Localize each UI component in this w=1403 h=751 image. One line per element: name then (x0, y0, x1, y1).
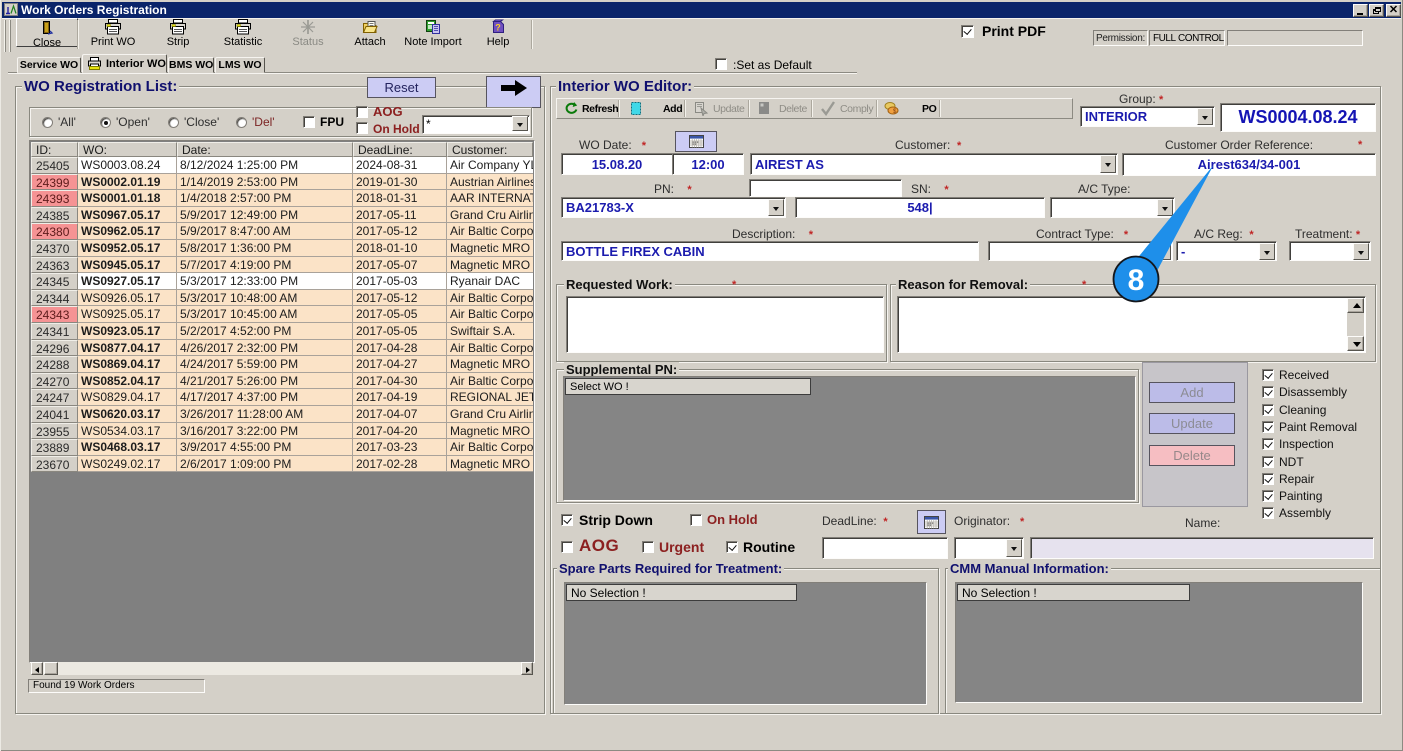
svg-text:?: ? (495, 23, 501, 33)
svg-text:8: 8 (1128, 264, 1145, 297)
